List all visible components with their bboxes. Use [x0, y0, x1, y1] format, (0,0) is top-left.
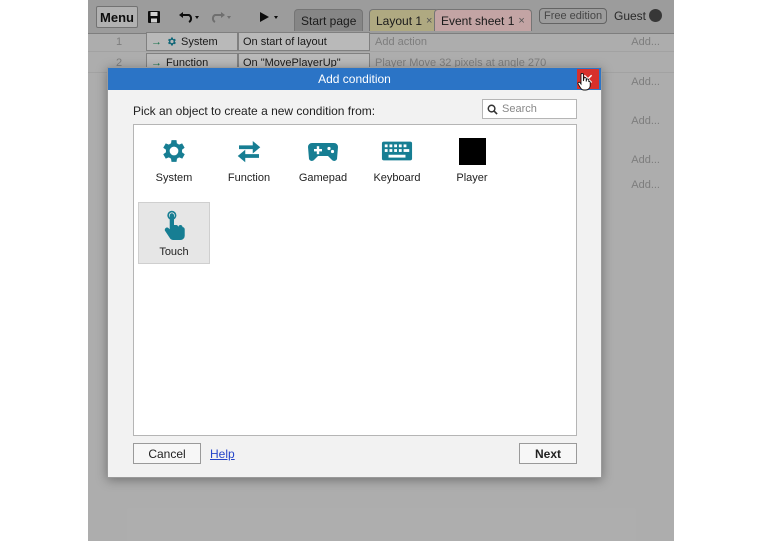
object-keyboard[interactable]: Keyboard: [361, 129, 433, 191]
cancel-button[interactable]: Cancel: [133, 443, 201, 464]
dialog-title: Add condition: [318, 72, 391, 86]
hand-cursor-icon: [577, 72, 591, 94]
object-function[interactable]: Function: [213, 129, 285, 191]
gamepad-icon: [307, 135, 339, 167]
object-label: Touch: [159, 246, 189, 258]
dialog-title-bar[interactable]: Add condition ✕: [108, 68, 601, 90]
object-touch[interactable]: Touch: [138, 202, 210, 264]
black-square-sprite-icon: [456, 135, 488, 167]
object-player[interactable]: Player: [436, 129, 508, 191]
object-label: System: [155, 172, 193, 184]
next-button[interactable]: Next: [519, 443, 577, 464]
object-label: Keyboard: [373, 172, 421, 184]
search-box[interactable]: [482, 99, 577, 119]
object-label: Function: [227, 172, 271, 184]
add-condition-dialog: Add condition ✕ Pick an object to create…: [107, 67, 602, 478]
object-list: System Function Gamepad Keyboard Player: [133, 124, 577, 436]
object-label: Gamepad: [298, 172, 348, 184]
help-link[interactable]: Help: [210, 447, 235, 461]
dialog-prompt: Pick an object to create a new condition…: [133, 104, 376, 118]
keyboard-icon: [381, 135, 413, 167]
touch-hand-icon: [158, 209, 190, 241]
object-gamepad[interactable]: Gamepad: [287, 129, 359, 191]
gear-icon: [158, 135, 190, 167]
refresh-arrows-icon: [233, 135, 265, 167]
object-label: Player: [456, 172, 488, 184]
search-input[interactable]: [502, 103, 570, 115]
search-icon: [487, 104, 498, 115]
object-system[interactable]: System: [138, 129, 210, 191]
